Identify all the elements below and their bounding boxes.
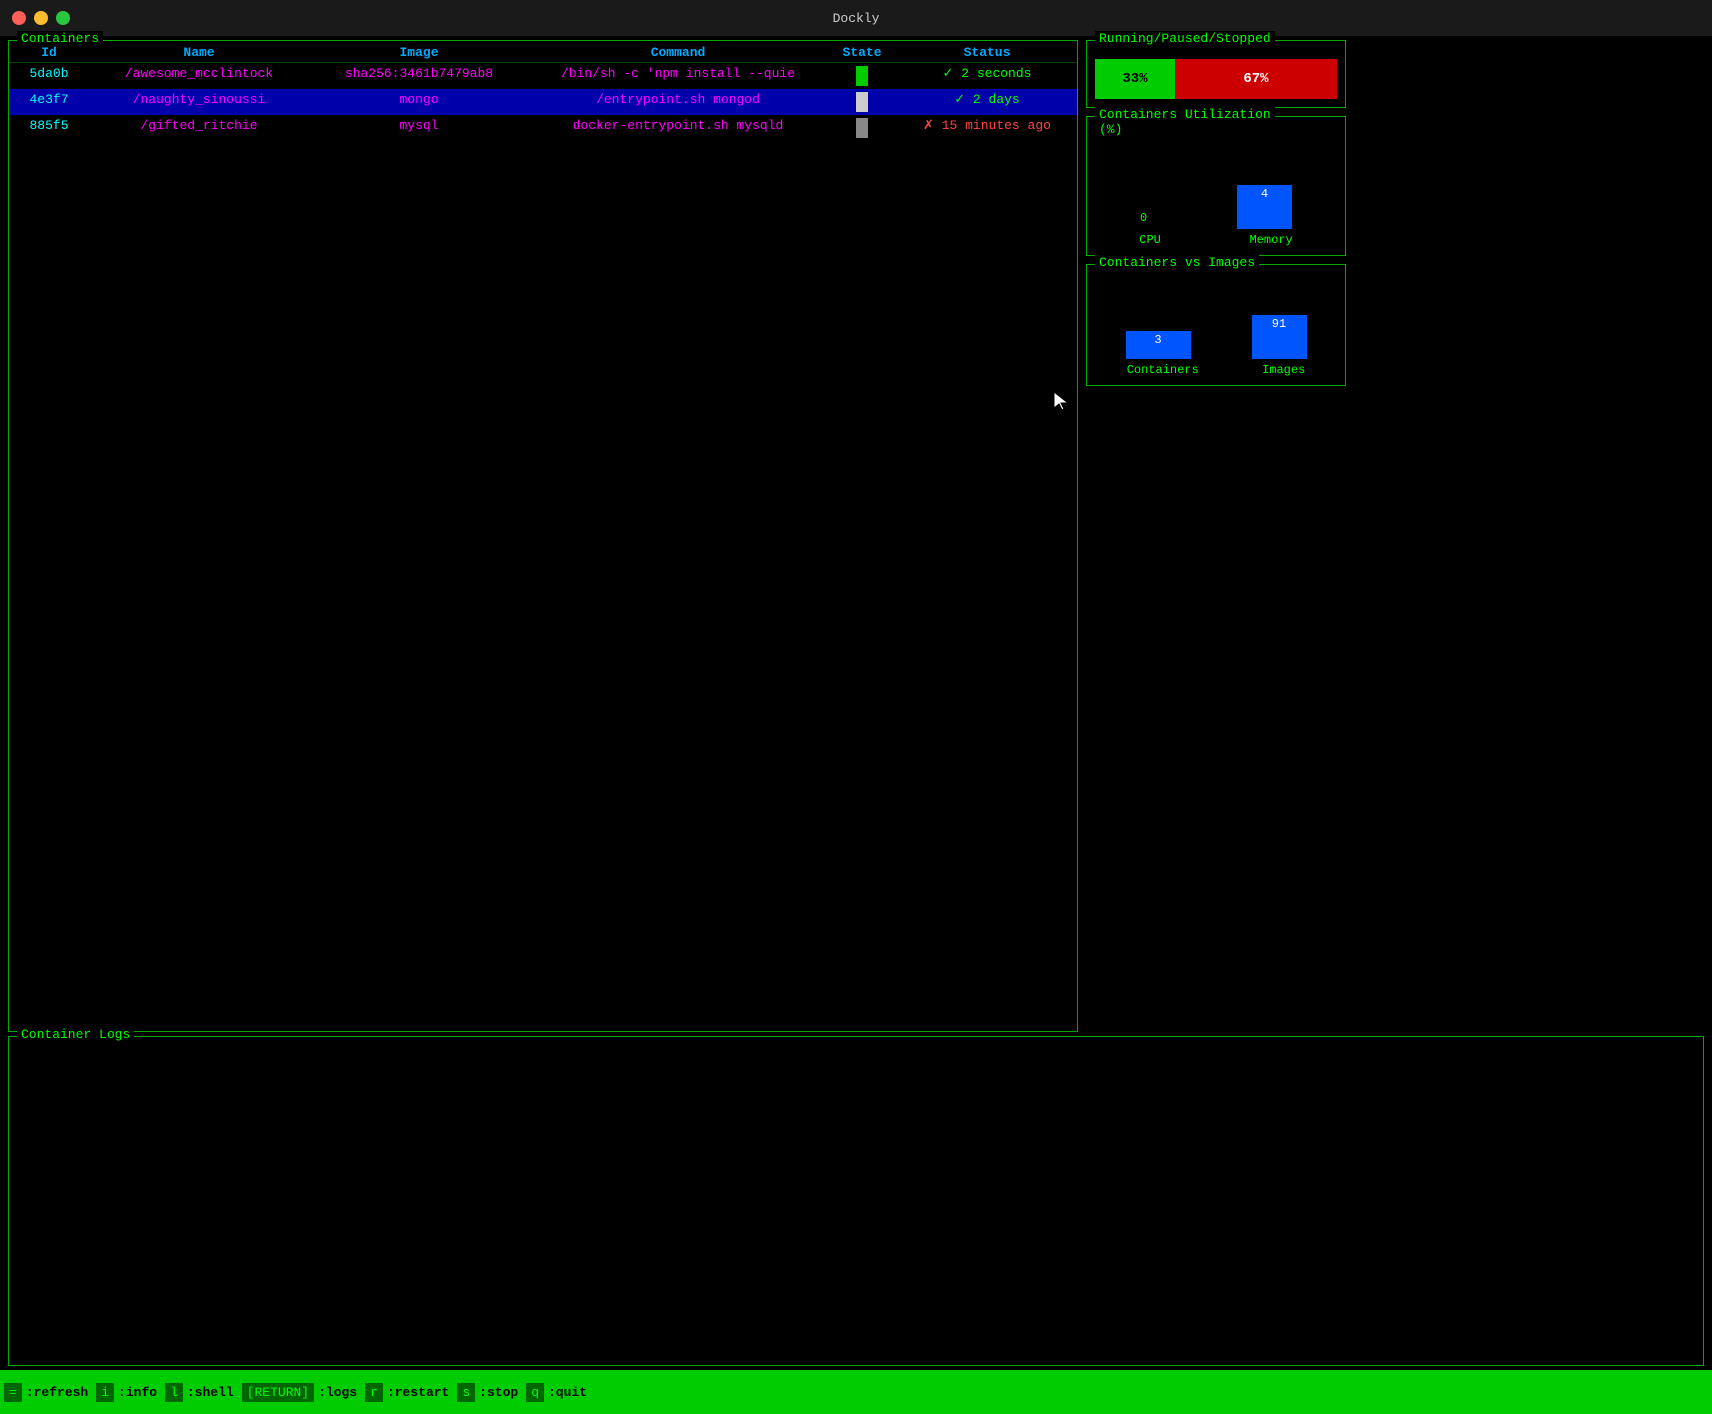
containers-label: Containers [1127, 363, 1199, 377]
memory-bar: 4 [1237, 185, 1292, 229]
row-name: /awesome_mcclintock [89, 66, 309, 86]
row-state [827, 66, 897, 86]
sb-key-quit: q [526, 1383, 544, 1402]
row-name: /gifted_ritchie [89, 118, 309, 138]
images-chart: 91 [1252, 315, 1307, 359]
sb-item-shell: l :shell [165, 1383, 234, 1402]
sb-item-refresh: = :refresh [4, 1383, 88, 1402]
row-image: sha256:3461b7479ab8 [309, 66, 529, 86]
cvi-content: 3 91 Containers Images [1095, 289, 1337, 377]
sb-spacer [595, 1370, 1708, 1414]
images-label: Images [1262, 363, 1305, 377]
containers-chart: 3 [1126, 331, 1191, 359]
sb-item-restart: r :restart [365, 1383, 449, 1402]
main-area: Containers Id Name Image Command State S… [0, 36, 1712, 1036]
containers-bar: 3 [1126, 331, 1191, 359]
row-id: 885f5 [9, 118, 89, 138]
cvi-label: Containers vs Images [1095, 255, 1259, 270]
rps-box: Running/Paused/Stopped 33% 67% [1086, 40, 1346, 108]
row-name: /naughty_sinoussi [89, 92, 309, 112]
col-header-image: Image [309, 45, 529, 60]
memory-label: Memory [1249, 233, 1292, 247]
rps-red: 67% [1175, 59, 1337, 99]
rps-bar: 33% 67% [1095, 59, 1337, 99]
rps-label: Running/Paused/Stopped [1095, 31, 1275, 46]
sb-item-logs: [RETURN] :logs [242, 1383, 357, 1402]
containers-panel: Containers Id Name Image Command State S… [8, 40, 1078, 1032]
col-header-name: Name [89, 45, 309, 60]
sb-label-info: :info [118, 1385, 157, 1400]
state-icon-gray [856, 118, 868, 138]
sb-label-stop: :stop [479, 1385, 518, 1400]
col-header-command: Command [529, 45, 827, 60]
row-state [827, 118, 897, 138]
col-header-status: Status [897, 45, 1077, 60]
row-command: docker-entrypoint.sh mysqld [529, 118, 827, 138]
memory-chart: 4 [1237, 185, 1292, 229]
sb-key-restart: r [365, 1383, 383, 1402]
minimize-button[interactable] [34, 11, 48, 25]
cpu-value: 0 [1140, 211, 1147, 225]
cvi-labels: Containers Images [1095, 363, 1337, 377]
right-panel: Running/Paused/Stopped 33% 67% Container… [1086, 40, 1346, 1032]
sb-label-shell: :shell [187, 1385, 234, 1400]
state-icon-white [856, 92, 868, 112]
sb-key-shell: l [165, 1383, 183, 1402]
row-status: ✗ 15 minutes ago [897, 118, 1077, 138]
table-row[interactable]: 885f5 /gifted_ritchie mysql docker-entry… [9, 115, 1077, 141]
app-title: Dockly [833, 11, 880, 26]
containers-panel-label: Containers [17, 31, 103, 46]
utilization-content: 0 4 CPU Memory [1095, 149, 1337, 247]
sb-label-quit: :quit [548, 1385, 587, 1400]
row-id: 5da0b [9, 66, 89, 86]
sb-key-logs: [RETURN] [242, 1383, 314, 1402]
row-image: mongo [309, 92, 529, 112]
cpu-label: CPU [1139, 233, 1161, 247]
logs-panel: Container Logs [8, 1036, 1704, 1366]
sb-item-stop: s :stop [457, 1383, 518, 1402]
sb-label-refresh: :refresh [26, 1385, 88, 1400]
col-header-id: Id [9, 45, 89, 60]
logs-panel-label: Container Logs [17, 1027, 134, 1042]
sb-key-info: i [96, 1383, 114, 1402]
utilization-label: Containers Utilization(%) [1095, 107, 1275, 137]
row-status: ✓ 2 days [897, 92, 1077, 112]
containers-value: 3 [1154, 333, 1161, 347]
cvi-charts: 3 91 [1095, 289, 1337, 359]
sb-key-refresh: = [4, 1383, 22, 1402]
sb-item-info: i :info [96, 1383, 157, 1402]
util-labels: CPU Memory [1095, 233, 1337, 247]
table-row[interactable]: 5da0b /awesome_mcclintock sha256:3461b74… [9, 63, 1077, 89]
window-controls [12, 11, 70, 25]
row-state [827, 92, 897, 112]
images-value: 91 [1272, 317, 1286, 331]
logs-content [9, 1037, 1703, 1365]
table-header: Id Name Image Command State Status [9, 41, 1077, 63]
row-status: ✓ 2 seconds [897, 66, 1077, 86]
sb-key-stop: s [457, 1383, 475, 1402]
cvi-box: Containers vs Images 3 91 Contai [1086, 264, 1346, 386]
rps-green: 33% [1095, 59, 1175, 99]
sb-item-quit: q :quit [526, 1383, 587, 1402]
row-image: mysql [309, 118, 529, 138]
images-bar: 91 [1252, 315, 1307, 359]
statusbar: = :refresh i :info l :shell [RETURN] :lo… [0, 1370, 1712, 1414]
cpu-chart: 0 [1140, 211, 1147, 229]
utilization-box: Containers Utilization(%) 0 4 CPU Memory [1086, 116, 1346, 256]
row-command: /entrypoint.sh mongod [529, 92, 827, 112]
row-command: /bin/sh -c 'npm install --quie [529, 66, 827, 86]
table-row[interactable]: 4e3f7 /naughty_sinoussi mongo /entrypoin… [9, 89, 1077, 115]
col-header-state: State [827, 45, 897, 60]
close-button[interactable] [12, 11, 26, 25]
titlebar: Dockly [0, 0, 1712, 36]
sb-label-restart: :restart [387, 1385, 449, 1400]
state-icon-green [856, 66, 868, 86]
sb-label-logs: :logs [318, 1385, 357, 1400]
util-charts: 0 4 [1095, 149, 1337, 229]
memory-value: 4 [1261, 187, 1268, 201]
maximize-button[interactable] [56, 11, 70, 25]
row-id: 4e3f7 [9, 92, 89, 112]
